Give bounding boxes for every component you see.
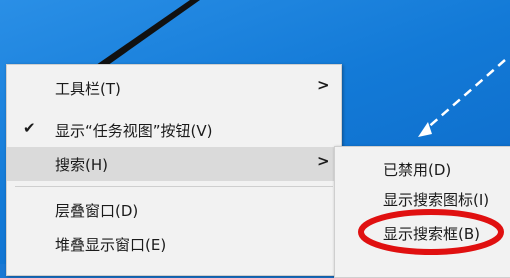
menu-item-cascade-windows[interactable]: 层叠窗口(D) [7, 193, 341, 227]
annotation-arrow [424, 59, 506, 131]
menu-item-stack-windows[interactable]: 堆叠显示窗口(E) [7, 227, 341, 261]
menu-item-label: 工具栏(T) [55, 80, 121, 98]
menu-item-search[interactable]: 搜索(H) > [7, 147, 341, 181]
checkmark-icon: ✔ [23, 119, 36, 137]
taskbar-context-menu: 工具栏(T) > ✔ 显示“任务视图”按钮(V) 搜索(H) > 层叠窗口(D)… [6, 64, 342, 276]
chevron-right-icon: > [317, 76, 330, 94]
annotation-circle [358, 209, 504, 255]
menu-item-label: 搜索(H) [55, 156, 108, 174]
menu-item-label: 层叠窗口(D) [55, 202, 139, 220]
menu-item-label: 显示“任务视图”按钮(V) [55, 122, 213, 140]
menu-item-show-task-view[interactable]: ✔ 显示“任务视图”按钮(V) [7, 113, 341, 147]
submenu-item-label: 已禁用(D) [383, 161, 452, 179]
menu-item-toolbars[interactable]: 工具栏(T) > [7, 71, 341, 105]
chevron-right-icon: > [317, 152, 330, 170]
menu-separator [15, 186, 333, 187]
menu-item-label: 堆叠显示窗口(E) [55, 236, 167, 254]
submenu-item-disabled[interactable]: 已禁用(D) [335, 151, 510, 185]
